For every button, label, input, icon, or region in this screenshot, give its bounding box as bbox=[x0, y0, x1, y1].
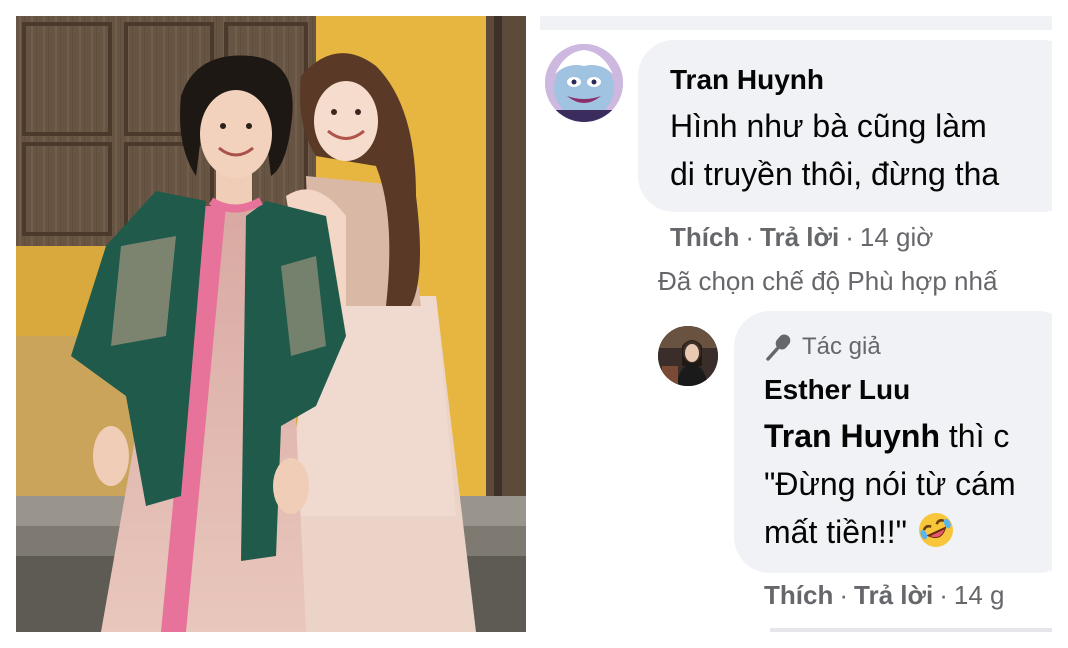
comment-timestamp[interactable]: 14 giờ bbox=[860, 222, 933, 252]
comment-author-name[interactable]: Tran Huynh bbox=[670, 64, 824, 96]
comment-thread: Tran Huynh Hình như bà cũng làm di truyề… bbox=[540, 16, 1052, 632]
reply-text-line: Tran Huynh thì c bbox=[764, 412, 1009, 460]
author-badge: Tác giả bbox=[764, 332, 881, 362]
separator: · bbox=[839, 580, 849, 610]
separator: · bbox=[939, 580, 948, 610]
mention-link[interactable]: Tran Huynh bbox=[764, 418, 940, 454]
profile-photo-avatar-icon bbox=[658, 326, 718, 386]
avatar-tran-huynh[interactable] bbox=[545, 44, 623, 122]
rolling-laughing-emoji-icon bbox=[918, 513, 953, 547]
reply-timestamp[interactable]: 14 g bbox=[954, 580, 1005, 610]
comment-actions: Thích · Trả lời · 14 giờ bbox=[670, 222, 933, 253]
separator: · bbox=[845, 222, 854, 252]
reply-text-fragment: thì c bbox=[940, 418, 1010, 454]
reply-actions: Thích · Trả lời · 14 g bbox=[764, 580, 1004, 611]
microphone-icon bbox=[766, 334, 791, 361]
like-link[interactable]: Thích bbox=[670, 222, 739, 252]
reply-link[interactable]: Trả lời bbox=[760, 222, 839, 252]
comment-text-line: Hình như bà cũng làm bbox=[670, 108, 987, 144]
reply-text-fragment: mất tiền!!" bbox=[764, 514, 907, 550]
separator: · bbox=[745, 222, 755, 252]
sea-witch-avatar-icon bbox=[545, 44, 623, 122]
divider bbox=[540, 16, 1052, 30]
reply-text-line: mất tiền!!" bbox=[764, 508, 955, 556]
comment-text-line: di truyền thôi, đừng tha bbox=[670, 156, 1000, 192]
reply-author-name[interactable]: Esther Luu bbox=[764, 374, 910, 406]
sort-mode-note: Đã chọn chế độ Phù hợp nhấ bbox=[658, 266, 998, 296]
author-badge-label: Tác giả bbox=[802, 333, 881, 360]
reply-link[interactable]: Trả lời bbox=[854, 580, 933, 610]
like-link[interactable]: Thích bbox=[764, 580, 833, 610]
divider bbox=[770, 628, 1052, 632]
reply-text-line: "Đừng nói từ cám bbox=[764, 466, 1016, 502]
photo-illustration bbox=[16, 16, 526, 632]
avatar-esther-luu[interactable] bbox=[658, 326, 718, 386]
photo-mother-daughter bbox=[16, 16, 526, 632]
